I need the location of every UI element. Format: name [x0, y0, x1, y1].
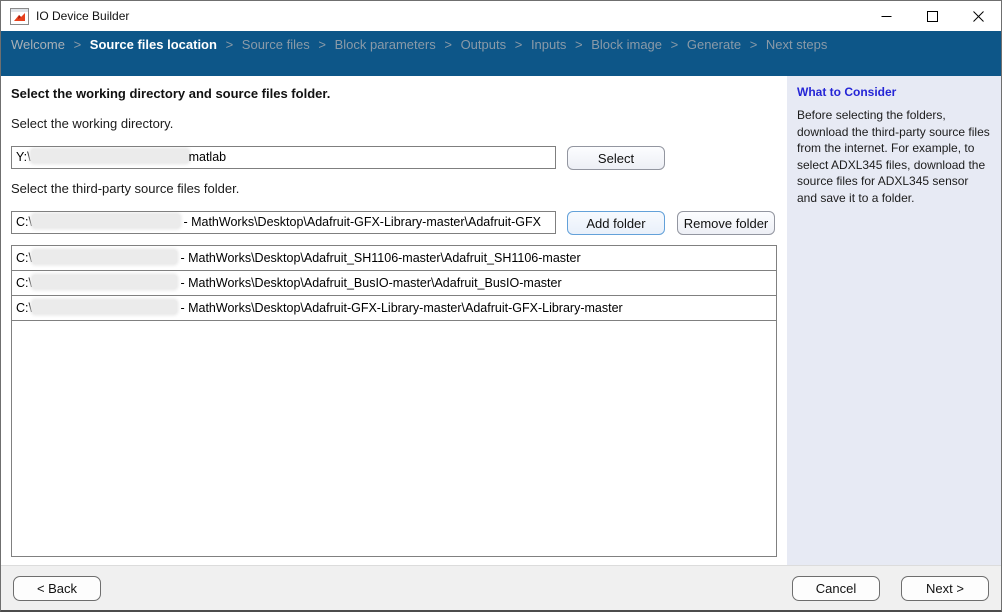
cancel-button[interactable]: Cancel: [792, 576, 880, 601]
source-folder-label: Select the third-party source files fold…: [11, 181, 239, 196]
title-bar: IO Device Builder: [1, 1, 1001, 31]
breadcrumb-step-source-files: Source files: [242, 37, 310, 52]
breadcrumb-step-source-files-location: Source files location: [90, 37, 217, 52]
close-button[interactable]: [955, 1, 1001, 31]
wizard-breadcrumb: Welcome > Source files location > Source…: [1, 31, 1001, 76]
io-device-builder-window: IO Device Builder Welcome > Source files…: [0, 0, 1002, 612]
folder-list-item[interactable]: C:\ - MathWorks\Desktop\Adafruit_BusIO-m…: [12, 271, 776, 296]
redacted-text: [32, 214, 180, 228]
folder-list[interactable]: C:\ - MathWorks\Desktop\Adafruit_SH1106-…: [11, 245, 777, 557]
breadcrumb-step-inputs: Inputs: [531, 37, 566, 52]
back-button[interactable]: < Back: [13, 576, 101, 601]
minimize-icon: [881, 11, 892, 22]
breadcrumb-separator: >: [444, 37, 452, 52]
breadcrumb-step-block-image: Block image: [591, 37, 662, 52]
working-directory-label: Select the working directory.: [11, 116, 173, 131]
folder-list-item[interactable]: C:\ - MathWorks\Desktop\Adafruit-GFX-Lib…: [12, 296, 776, 321]
breadcrumb-step-generate: Generate: [687, 37, 741, 52]
remove-folder-button[interactable]: Remove folder: [677, 211, 775, 235]
breadcrumb-separator: >: [74, 37, 82, 52]
help-sidebar: What to Consider Before selecting the fo…: [787, 76, 1001, 565]
maximize-icon: [927, 11, 938, 22]
window-controls: [863, 1, 1001, 31]
redacted-text: [32, 300, 177, 314]
matlab-app-icon: [10, 8, 29, 25]
sidebar-heading: What to Consider: [797, 85, 991, 99]
working-directory-value-suffix: matlab: [189, 150, 227, 164]
window-title: IO Device Builder: [36, 9, 129, 23]
main-panel: Select the working directory and source …: [1, 76, 787, 565]
maximize-button[interactable]: [909, 1, 955, 31]
breadcrumb-separator: >: [671, 37, 679, 52]
redacted-text: [32, 275, 177, 289]
breadcrumb-step-next-steps: Next steps: [766, 37, 827, 52]
source-folder-value-suffix: - MathWorks\Desktop\Adafruit-GFX-Library…: [180, 215, 541, 229]
next-button[interactable]: Next >: [901, 576, 989, 601]
add-folder-button[interactable]: Add folder: [567, 211, 665, 235]
close-icon: [973, 11, 984, 22]
working-directory-input[interactable]: Y:\ matlab: [11, 146, 556, 169]
page-title: Select the working directory and source …: [11, 86, 330, 101]
breadcrumb-separator: >: [750, 37, 758, 52]
folder-list-item[interactable]: C:\ - MathWorks\Desktop\Adafruit_SH1106-…: [12, 246, 776, 271]
breadcrumb-separator: >: [318, 37, 326, 52]
breadcrumb-separator: >: [226, 37, 234, 52]
minimize-button[interactable]: [863, 1, 909, 31]
footer-bar: < Back Cancel Next >: [1, 565, 1001, 611]
sidebar-help-text: Before selecting the folders, download t…: [797, 107, 991, 206]
redacted-text: [32, 250, 177, 264]
breadcrumb-step-block-parameters: Block parameters: [335, 37, 436, 52]
select-directory-button[interactable]: Select: [567, 146, 665, 170]
breadcrumb-step-outputs: Outputs: [461, 37, 507, 52]
source-folder-value-prefix: C:\: [16, 215, 32, 229]
source-folder-input[interactable]: C:\ - MathWorks\Desktop\Adafruit-GFX-Lib…: [11, 211, 556, 234]
breadcrumb-step-welcome: Welcome: [11, 37, 65, 52]
working-directory-value-prefix: Y:\: [16, 150, 31, 164]
breadcrumb-separator: >: [575, 37, 583, 52]
redacted-text: [31, 149, 189, 163]
breadcrumb-separator: >: [515, 37, 523, 52]
